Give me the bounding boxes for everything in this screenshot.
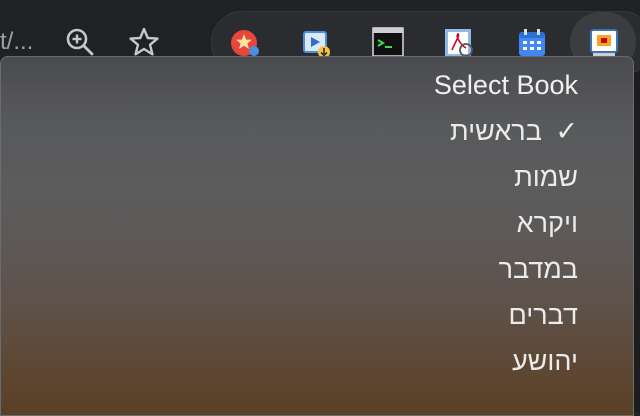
extension-red-star-icon[interactable]: [228, 26, 262, 60]
menu-item-label: בראשית: [450, 116, 542, 146]
menu-item-book-5[interactable]: דברים: [434, 300, 578, 346]
page-scrollbar[interactable]: [634, 72, 640, 412]
address-bar-text[interactable]: t/...: [0, 27, 33, 57]
book-selector-popup: Select Book בראשית ✓ שמות ויקרא במדבר דב…: [0, 56, 634, 416]
book-menu: Select Book בראשית ✓ שמות ויקרא במדבר דב…: [434, 70, 578, 392]
menu-item-book-1[interactable]: בראשית ✓: [434, 116, 578, 162]
extension-video-download-icon[interactable]: [299, 26, 333, 60]
menu-header-label: Select Book: [433, 70, 578, 100]
menu-header: Select Book: [434, 70, 578, 116]
menu-item-label: שמות: [514, 162, 578, 192]
checkmark-icon: ✓: [555, 116, 578, 147]
browser-toolbar: t/...: [0, 0, 640, 75]
menu-item-book-4[interactable]: במדבר: [434, 254, 578, 300]
extension-terminal-icon[interactable]: [371, 26, 405, 60]
star-icon[interactable]: [128, 26, 160, 58]
menu-item-book-6[interactable]: יהושע: [434, 346, 578, 392]
menu-item-book-3[interactable]: ויקרא: [434, 208, 578, 254]
zoom-in-icon[interactable]: [64, 26, 96, 58]
extension-pdf-tool-icon[interactable]: [442, 26, 476, 60]
menu-item-label: במדבר: [498, 254, 578, 284]
extension-calendar-icon[interactable]: [515, 26, 549, 60]
menu-item-label: יהושע: [511, 346, 578, 376]
menu-item-book-2[interactable]: שמות: [434, 162, 578, 208]
menu-item-label: ויקרא: [516, 208, 578, 238]
extension-active-app-icon[interactable]: [587, 26, 621, 60]
menu-item-label: דברים: [508, 300, 578, 330]
